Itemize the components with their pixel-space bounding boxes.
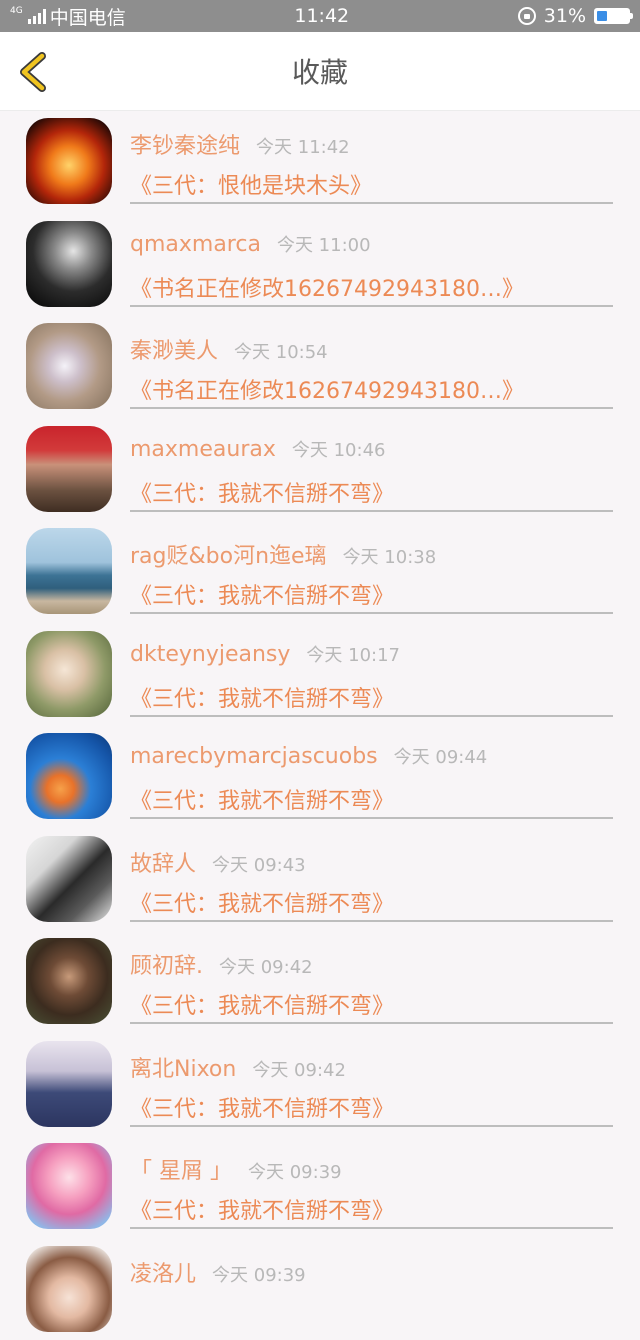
chevron-left-icon[interactable]: [14, 50, 54, 94]
divider: [130, 202, 613, 204]
status-bar: 4G 中国电信 11:42 31%: [0, 0, 640, 32]
list-item[interactable]: 秦渺美人今天 10:54 《书名正在修改16267492943180…》: [0, 315, 640, 418]
book-title[interactable]: 《三代：我就不信掰不弯》: [130, 783, 394, 815]
book-title[interactable]: 《三代：我就不信掰不弯》: [130, 988, 394, 1020]
avatar[interactable]: [26, 1143, 112, 1229]
book-title[interactable]: 《三代：我就不信掰不弯》: [130, 1091, 394, 1123]
divider: [130, 1227, 613, 1229]
user-name: 李钞秦途纯今天 11:42: [130, 128, 350, 160]
user-name: marecbymarcjascuobs今天 09:44: [130, 743, 487, 769]
book-title[interactable]: 《三代：我就不信掰不弯》: [130, 886, 394, 918]
list-item[interactable]: 故辞人今天 09:43 《三代：我就不信掰不弯》: [0, 828, 640, 931]
item-time: 今天 11:00: [277, 235, 371, 256]
avatar[interactable]: [26, 323, 112, 409]
user-name: qmaxmarca今天 11:00: [130, 231, 371, 257]
divider: [130, 305, 613, 307]
list-item[interactable]: 凌洛儿今天 09:39: [0, 1238, 640, 1340]
user-name: 故辞人今天 09:43: [130, 846, 306, 878]
rotation-lock-icon: [518, 7, 536, 25]
item-time: 今天 09:42: [219, 957, 313, 978]
avatar[interactable]: [26, 1041, 112, 1127]
list-item[interactable]: 顾初辞.今天 09:42 《三代：我就不信掰不弯》: [0, 930, 640, 1033]
avatar[interactable]: [26, 221, 112, 307]
item-time: 今天 10:54: [234, 342, 328, 363]
item-time: 今天 09:44: [394, 747, 488, 768]
list-item[interactable]: marecbymarcjascuobs今天 09:44 《三代：我就不信掰不弯》: [0, 725, 640, 828]
list-item[interactable]: maxmeaurax今天 10:46 《三代：我就不信掰不弯》: [0, 418, 640, 521]
user-name: dkteynyjeansy今天 10:17: [130, 641, 400, 667]
user-name: rag贬&bo河n迤e璃今天 10:38: [130, 538, 436, 570]
list-item[interactable]: 「 星屑 」今天 09:39 《三代：我就不信掰不弯》: [0, 1135, 640, 1238]
avatar[interactable]: [26, 426, 112, 512]
status-right: 31%: [518, 5, 630, 27]
user-name: 离北Nixon今天 09:42: [130, 1051, 346, 1083]
status-left: 4G 中国电信: [10, 3, 126, 30]
divider: [130, 612, 613, 614]
avatar[interactable]: [26, 938, 112, 1024]
divider: [130, 817, 613, 819]
divider: [130, 715, 613, 717]
network-type: 4G: [10, 6, 23, 16]
user-name: 凌洛儿今天 09:39: [130, 1256, 306, 1288]
signal-icon: [28, 8, 46, 24]
carrier-name: 中国电信: [50, 3, 126, 30]
list-item[interactable]: 离北Nixon今天 09:42 《三代：我就不信掰不弯》: [0, 1033, 640, 1136]
book-title[interactable]: 《书名正在修改16267492943180…》: [130, 373, 524, 405]
list-item[interactable]: dkteynyjeansy今天 10:17 《三代：我就不信掰不弯》: [0, 623, 640, 726]
item-time: 今天 09:39: [248, 1162, 342, 1183]
item-time: 今天 09:43: [212, 855, 306, 876]
avatar[interactable]: [26, 631, 112, 717]
divider: [130, 1022, 613, 1024]
user-name: 「 星屑 」今天 09:39: [130, 1153, 342, 1185]
avatar[interactable]: [26, 1246, 112, 1332]
item-time: 今天 11:42: [256, 137, 350, 158]
book-title[interactable]: 《书名正在修改16267492943180…》: [130, 271, 524, 303]
item-time: 今天 09:39: [212, 1265, 306, 1286]
book-title[interactable]: 《三代：我就不信掰不弯》: [130, 681, 394, 713]
item-time: 今天 09:42: [252, 1060, 346, 1081]
user-name: 秦渺美人今天 10:54: [130, 333, 328, 365]
divider: [130, 510, 613, 512]
item-time: 今天 10:17: [306, 645, 400, 666]
avatar[interactable]: [26, 118, 112, 204]
item-time: 今天 10:46: [292, 440, 386, 461]
header: 收藏: [0, 32, 640, 111]
status-time: 11:42: [294, 5, 349, 27]
book-title[interactable]: 《三代：我就不信掰不弯》: [130, 578, 394, 610]
avatar[interactable]: [26, 528, 112, 614]
book-title[interactable]: 《三代：我就不信掰不弯》: [130, 476, 394, 508]
divider: [130, 1125, 613, 1127]
list-item[interactable]: 李钞秦途纯今天 11:42 《三代：恨他是块木头》: [0, 110, 640, 213]
avatar[interactable]: [26, 733, 112, 819]
divider: [130, 920, 613, 922]
avatar[interactable]: [26, 836, 112, 922]
list-item[interactable]: qmaxmarca今天 11:00 《书名正在修改16267492943180……: [0, 213, 640, 316]
book-title[interactable]: 《三代：我就不信掰不弯》: [130, 1193, 394, 1225]
page-title: 收藏: [292, 51, 348, 91]
user-name: maxmeaurax今天 10:46: [130, 436, 385, 462]
book-title[interactable]: 《三代：恨他是块木头》: [130, 168, 372, 200]
list-item[interactable]: rag贬&bo河n迤e璃今天 10:38 《三代：我就不信掰不弯》: [0, 520, 640, 623]
item-time: 今天 10:38: [343, 547, 437, 568]
user-name: 顾初辞.今天 09:42: [130, 948, 313, 980]
battery-icon: [594, 8, 630, 24]
battery-percent: 31%: [544, 5, 586, 27]
divider: [130, 407, 613, 409]
